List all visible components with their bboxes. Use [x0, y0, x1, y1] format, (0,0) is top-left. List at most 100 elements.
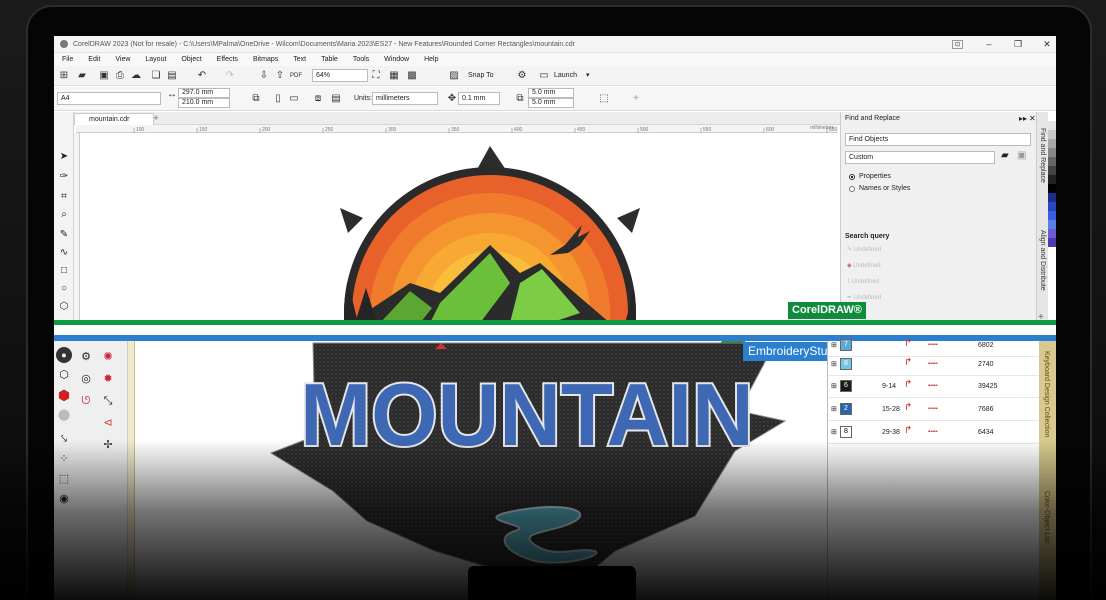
- blank-shape-icon[interactable]: ⬤: [56, 407, 72, 423]
- restore-layout-icon[interactable]: ⊡: [952, 40, 963, 49]
- side-tab-keyboard[interactable]: Keyboard Design Collection: [1043, 351, 1050, 437]
- expand-icon[interactable]: ⊞: [831, 405, 837, 413]
- menu-effects[interactable]: Effects: [217, 56, 238, 63]
- new-document-icon[interactable]: ⊞: [58, 70, 70, 82]
- ellipse-select-icon[interactable]: ◉: [56, 491, 72, 507]
- menu-window[interactable]: Window: [384, 56, 409, 63]
- launch-dropdown[interactable]: Launch: [554, 69, 577, 83]
- swatch[interactable]: [1048, 112, 1056, 121]
- cloud-icon[interactable]: ☁: [130, 70, 142, 82]
- expand-icon[interactable]: ⊞: [831, 428, 837, 436]
- transform-icon[interactable]: ✢: [100, 437, 116, 453]
- nudge-distance-field[interactable]: 0.1 mm: [458, 92, 500, 105]
- save-icon[interactable]: ▣: [98, 70, 110, 82]
- menu-tools[interactable]: Tools: [353, 56, 369, 63]
- docker-close-icon[interactable]: ✕: [1029, 114, 1036, 123]
- swatch[interactable]: [1048, 139, 1056, 148]
- rectangle-select-icon[interactable]: ⬚: [56, 471, 72, 487]
- open-folder-icon[interactable]: ▰: [76, 70, 88, 82]
- pick-tool-icon[interactable]: ➤: [57, 150, 71, 164]
- find-mode-select[interactable]: Find Objects: [845, 133, 1031, 146]
- dock-tab-find[interactable]: Find and Replace: [1039, 128, 1046, 183]
- add-icon[interactable]: +: [630, 93, 642, 105]
- menu-text[interactable]: Text: [293, 56, 306, 63]
- all-pages-icon[interactable]: ⧉: [250, 93, 262, 105]
- shape-tool-icon[interactable]: ✑: [57, 170, 71, 184]
- lettering-icon[interactable]: ᘎ: [78, 393, 94, 409]
- expand-icon[interactable]: ⊞: [831, 360, 837, 368]
- rulers-icon[interactable]: ▦: [388, 70, 400, 82]
- export-icon[interactable]: ⇧: [274, 70, 286, 82]
- menu-view[interactable]: View: [115, 56, 130, 63]
- ellipse-tool-icon[interactable]: ○: [57, 282, 71, 296]
- page-layout-icon[interactable]: ⧈: [312, 93, 324, 105]
- swatch[interactable]: [1048, 175, 1056, 184]
- landscape-icon[interactable]: ▭: [288, 93, 300, 105]
- swatch[interactable]: [1048, 229, 1056, 238]
- object-row[interactable]: ⊞ 6 9-14 ↱ ╍╍ 39425: [828, 376, 1040, 398]
- expand-icon[interactable]: ⊞: [831, 382, 837, 390]
- menu-bitmaps[interactable]: Bitmaps: [253, 56, 278, 63]
- convert-icon[interactable]: ⊲: [100, 415, 116, 431]
- auto-fabric-icon[interactable]: ◎: [78, 371, 94, 387]
- nodes-icon[interactable]: ⁘: [56, 451, 72, 467]
- menu-help[interactable]: Help: [424, 56, 438, 63]
- object-row[interactable]: ⊞ 8 ↱ ╍╍ 2740: [828, 354, 1040, 376]
- query-item[interactable]: ✎ Undefined: [847, 246, 881, 253]
- copy-icon[interactable]: ❏: [150, 70, 162, 82]
- duplicate-y-field[interactable]: 5.0 mm: [528, 98, 574, 108]
- find-preset-select[interactable]: Custom: [845, 151, 995, 164]
- save-preset-icon[interactable]: ▣: [1017, 150, 1026, 161]
- swatch[interactable]: [1048, 166, 1056, 175]
- swatch[interactable]: [1048, 211, 1056, 220]
- zoom-tool-icon[interactable]: ⌕: [57, 208, 71, 222]
- coreldraw-canvas[interactable]: [80, 133, 838, 459]
- minimize-button[interactable]: –: [982, 38, 996, 51]
- application-launcher-icon[interactable]: ▨: [448, 70, 460, 82]
- side-tab-color-object[interactable]: Color-Object List: [1043, 491, 1050, 543]
- star-work-icon[interactable]: ✹: [100, 371, 116, 387]
- current-page-icon[interactable]: ▤: [330, 93, 342, 105]
- grid-icon[interactable]: ▩: [406, 70, 418, 82]
- embroidery-canvas[interactable]: MOUNTAIN: [135, 331, 827, 600]
- query-item[interactable]: ⌇ Undefined: [847, 278, 879, 285]
- select-object-icon[interactable]: ●: [56, 347, 72, 363]
- swatch[interactable]: [1048, 220, 1056, 229]
- expand-icon[interactable]: ⊞: [831, 341, 837, 349]
- paste-icon[interactable]: ▤: [166, 70, 178, 82]
- duplicate-x-field[interactable]: 5.0 mm: [528, 88, 574, 98]
- menu-file[interactable]: File: [62, 56, 73, 63]
- chevron-down-icon[interactable]: ▾: [586, 69, 590, 83]
- swatch[interactable]: [1048, 202, 1056, 211]
- dock-tab-align[interactable]: Align and Distribute: [1039, 230, 1046, 291]
- fill-object-icon[interactable]: ⬢: [56, 387, 72, 403]
- menu-layout[interactable]: Layout: [145, 56, 166, 63]
- knife-icon[interactable]: ⤥: [56, 431, 72, 447]
- close-button[interactable]: ✕: [1040, 38, 1054, 51]
- object-row[interactable]: ⊞ 2 15-28 ↱ ╍╍ 7686: [828, 399, 1040, 421]
- import-icon[interactable]: ⇩: [258, 70, 270, 82]
- query-item[interactable]: ◈ Undefined: [847, 262, 881, 269]
- option-properties[interactable]: Properties: [849, 173, 891, 180]
- query-item[interactable]: ✒ Undefined: [847, 294, 881, 301]
- swatch[interactable]: [1048, 193, 1056, 202]
- artistic-media-icon[interactable]: ∿: [57, 246, 71, 260]
- settings-gear-icon[interactable]: ⚙: [516, 70, 528, 82]
- menu-object[interactable]: Object: [181, 56, 201, 63]
- swatch[interactable]: [1048, 238, 1056, 247]
- open-folder-icon[interactable]: ▰: [1001, 150, 1009, 161]
- measure-icon[interactable]: ⤡: [100, 393, 116, 409]
- portrait-icon[interactable]: ▯: [272, 93, 284, 105]
- maximize-button[interactable]: ❐: [1011, 38, 1025, 51]
- zoom-level-combo[interactable]: 64%: [312, 69, 368, 82]
- menu-table[interactable]: Table: [321, 56, 338, 63]
- export-pdf-icon[interactable]: PDF: [290, 70, 302, 82]
- crop-tool-icon[interactable]: ⌗: [57, 190, 71, 204]
- snap-to-dropdown[interactable]: Snap To: [468, 69, 494, 83]
- object-row[interactable]: ⊞ 8 29-38 ↱ ╍╍ 6434: [828, 422, 1040, 444]
- reshape-icon[interactable]: ⚙: [78, 349, 94, 365]
- page-size-select[interactable]: A4: [57, 92, 161, 105]
- rectangle-tool-icon[interactable]: □: [57, 264, 71, 278]
- full-screen-icon[interactable]: ⛶: [370, 70, 382, 82]
- color-palette[interactable]: [1048, 112, 1056, 327]
